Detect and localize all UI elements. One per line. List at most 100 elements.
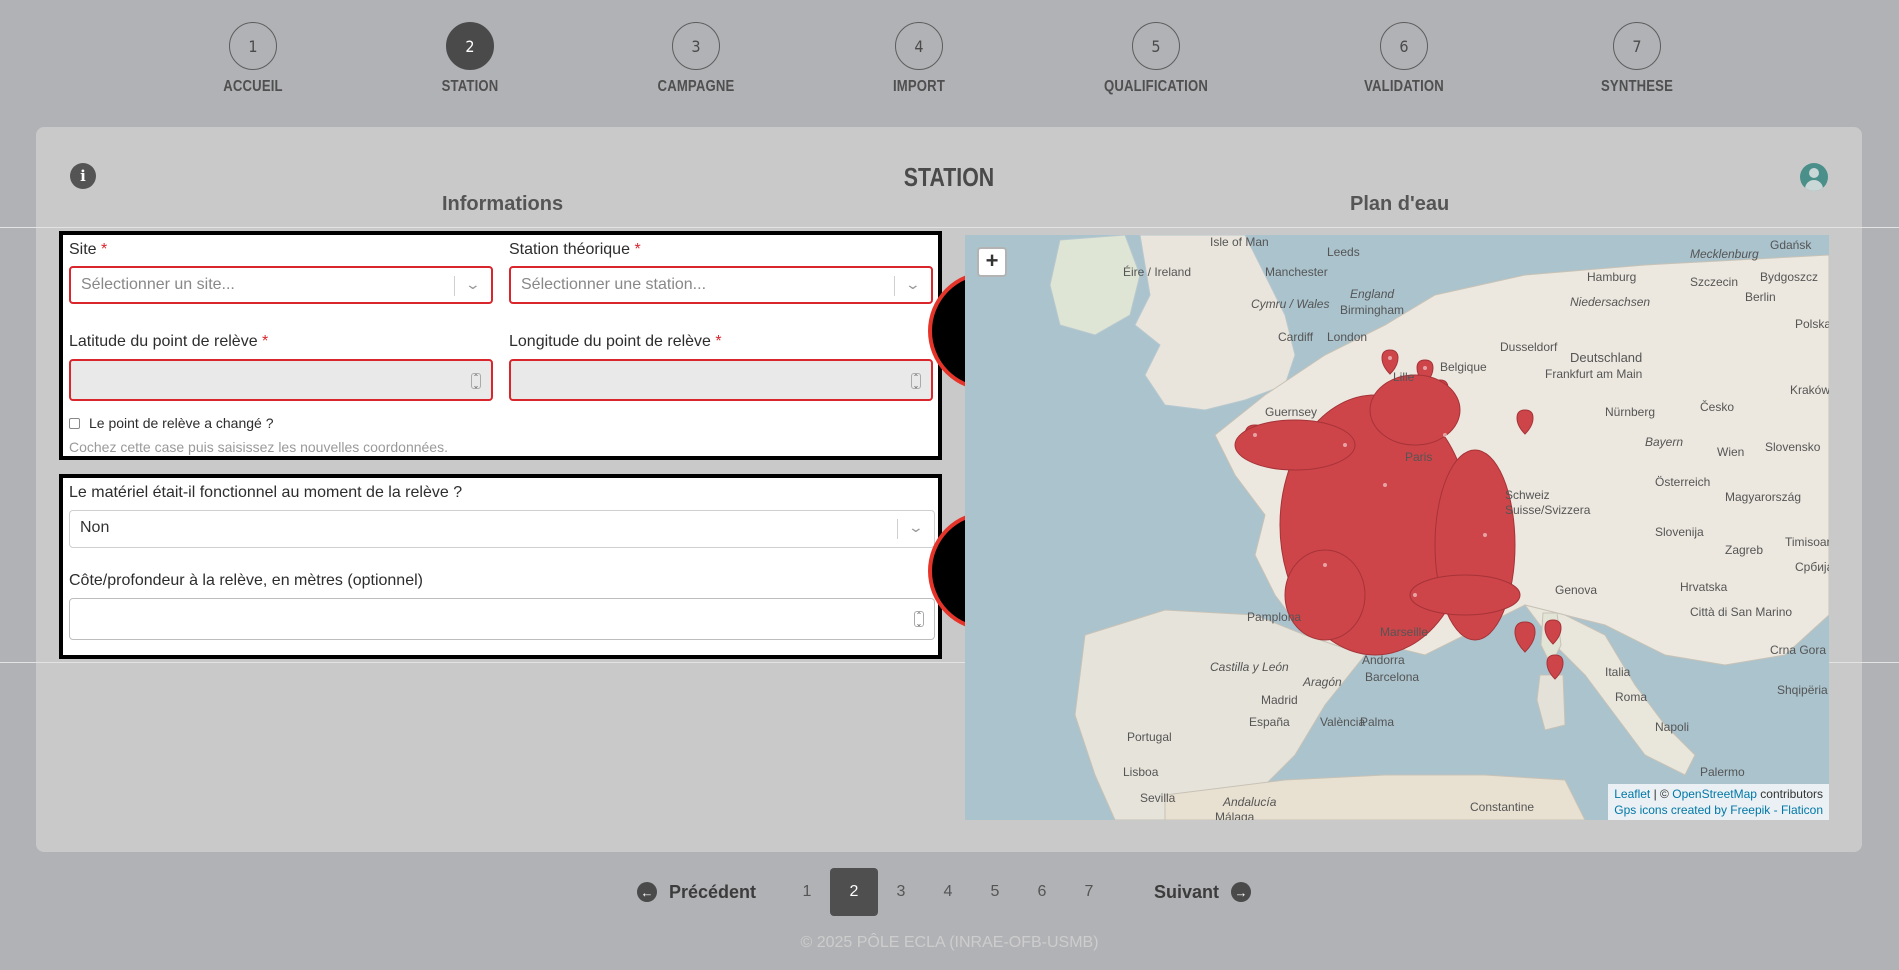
map-label: Lille <box>1393 370 1415 384</box>
site-placeholder: Sélectionner un site... <box>81 276 235 293</box>
map-label: Cymru / Wales <box>1251 297 1330 311</box>
map-label: Србија <box>1795 560 1829 574</box>
map-label: Shqipëria <box>1777 683 1828 697</box>
map-label: Polska <box>1795 317 1829 331</box>
map-label: Castilla y León <box>1210 660 1289 674</box>
step-label: VALIDATION <box>1364 78 1444 95</box>
map-label: Crna Gora <box>1770 643 1827 657</box>
map-label: Madrid <box>1261 693 1298 707</box>
osm-link[interactable]: OpenStreetMap <box>1672 787 1757 801</box>
map-label: Leeds <box>1327 245 1360 259</box>
wizard-stepper: 1 ACCUEIL 2 STATION 3 CAMPAGNE 4 IMPORT … <box>0 0 1899 110</box>
step-number: 6 <box>1380 22 1428 70</box>
chevron-down-icon: ⌄ <box>464 276 482 292</box>
map-label: Birmingham <box>1340 303 1405 317</box>
map-label: Berlin <box>1745 290 1776 304</box>
map-label: Belgique <box>1440 360 1487 374</box>
materiel-label: Le matériel était-il fonctionnel au mome… <box>69 484 463 501</box>
next-button[interactable]: Suivant → <box>1154 868 1252 916</box>
map-label: Dusseldorf <box>1500 340 1558 354</box>
page-3[interactable]: 3 <box>877 868 925 916</box>
map-label: Schweiz <box>1505 488 1550 502</box>
step-number: 3 <box>672 22 720 70</box>
map-label: Niedersachsen <box>1570 295 1651 309</box>
materiel-value: Non <box>80 519 110 536</box>
page-7[interactable]: 7 <box>1065 868 1113 916</box>
map-label: Aragón <box>1303 675 1342 689</box>
zoom-in-button[interactable]: + <box>977 247 1007 277</box>
step-validation[interactable]: 6 VALIDATION <box>1334 22 1474 96</box>
map-label: Málaga <box>1215 810 1255 820</box>
map-label: Pamplona <box>1247 610 1302 624</box>
station-select[interactable]: Sélectionner une station... ⌄ <box>509 266 933 304</box>
map-label: València <box>1320 715 1366 729</box>
step-synthese[interactable]: 7 SYNTHESE <box>1567 22 1707 96</box>
arrow-left-icon: ← <box>637 882 657 902</box>
step-label: IMPORT <box>892 78 945 95</box>
point-changed-checkbox[interactable] <box>69 417 80 429</box>
page-6[interactable]: 6 <box>1018 868 1066 916</box>
latitude-input[interactable]: ⌃ ⌄ <box>69 359 493 401</box>
map-label: Marseille <box>1380 625 1429 639</box>
step-label: CAMPAGNE <box>657 78 735 95</box>
cote-input[interactable]: ⌃ ⌄ <box>69 598 935 640</box>
arrow-right-icon: → <box>1231 882 1252 902</box>
user-icon[interactable] <box>1800 163 1828 191</box>
longitude-label: Longitude du point de relève * <box>509 333 722 350</box>
step-number: 4 <box>895 22 943 70</box>
coordinates-hint: Cochez cette case puis saisissez les nou… <box>69 439 448 455</box>
info-icon[interactable]: i <box>70 163 96 189</box>
step-import[interactable]: 4 IMPORT <box>849 22 989 96</box>
station-location-box: Site * Sélectionner un site... ⌄ Station… <box>59 231 942 460</box>
latitude-label: Latitude du point de relève * <box>69 333 269 350</box>
point-changed-row: Le point de relève a changé ? <box>69 415 273 431</box>
map-label: Guernsey <box>1265 405 1318 419</box>
step-label: ACCUEIL <box>223 78 283 95</box>
map-label: Slovensko <box>1765 440 1821 454</box>
page-1[interactable]: 1 <box>783 868 831 916</box>
map-label: England <box>1350 287 1395 301</box>
previous-button[interactable]: ← Précédent <box>637 868 756 916</box>
page-2[interactable]: 2 <box>830 868 878 916</box>
map-label: Andalucía <box>1223 795 1277 809</box>
map-label: London <box>1327 330 1368 344</box>
point-changed-label: Le point de relève a changé ? <box>89 415 274 431</box>
map-label: Portugal <box>1127 730 1172 744</box>
materiel-select[interactable]: Non ⌄ <box>69 510 935 548</box>
map-label: Nürnberg <box>1605 405 1656 419</box>
map-label: Genova <box>1555 583 1598 597</box>
map-label: Magyarország <box>1725 490 1802 504</box>
map-label: Hrvatska <box>1680 580 1728 594</box>
page-4[interactable]: 4 <box>924 868 972 916</box>
map-label: Kraków <box>1790 383 1829 397</box>
map-attribution: Leaflet | © OpenStreetMap contributors G… <box>1608 784 1829 820</box>
leaflet-link[interactable]: Leaflet <box>1614 787 1650 801</box>
map-label: Roma <box>1615 690 1648 704</box>
step-number: 7 <box>1613 22 1661 70</box>
map-label: Bayern <box>1645 435 1684 449</box>
footer-copyright: © 2025 PÔLE ECLA (INRAE-OFB-USMB) <box>800 934 1099 951</box>
step-qualification[interactable]: 5 QUALIFICATION <box>1086 22 1226 96</box>
step-label: STATION <box>441 78 499 95</box>
step-label: QUALIFICATION <box>1104 78 1208 95</box>
spinner-icon[interactable]: ⌃ ⌄ <box>914 611 924 628</box>
map[interactable]: Isle of Man Leeds Éire / Ireland Manches… <box>965 235 1829 820</box>
spinner-icon[interactable]: ⌃ ⌄ <box>471 373 481 390</box>
page-5[interactable]: 5 <box>971 868 1019 916</box>
map-label: Constantine <box>1470 800 1535 814</box>
flaticon-link[interactable]: Gps icons created by Freepik - Flaticon <box>1614 803 1823 817</box>
map-label: Cardiff <box>1278 330 1314 344</box>
informations-title: Informations <box>442 193 564 215</box>
map-label: Frankfurt am Main <box>1545 367 1643 381</box>
spinner-icon[interactable]: ⌃ ⌄ <box>911 373 921 390</box>
step-station[interactable]: 2 STATION <box>400 22 540 96</box>
cote-label: Côte/profondeur à la relève, en mètres (… <box>69 572 423 589</box>
map-label: Zagreb <box>1725 543 1764 557</box>
longitude-input[interactable]: ⌃ ⌄ <box>509 359 933 401</box>
site-select[interactable]: Sélectionner un site... ⌄ <box>69 266 493 304</box>
step-campagne[interactable]: 3 CAMPAGNE <box>626 22 766 96</box>
map-label: Suisse/Svizzera <box>1505 503 1591 517</box>
station-placeholder: Sélectionner une station... <box>521 276 707 293</box>
step-accueil[interactable]: 1 ACCUEIL <box>183 22 323 96</box>
map-label: Bydgoszcz <box>1760 270 1819 284</box>
